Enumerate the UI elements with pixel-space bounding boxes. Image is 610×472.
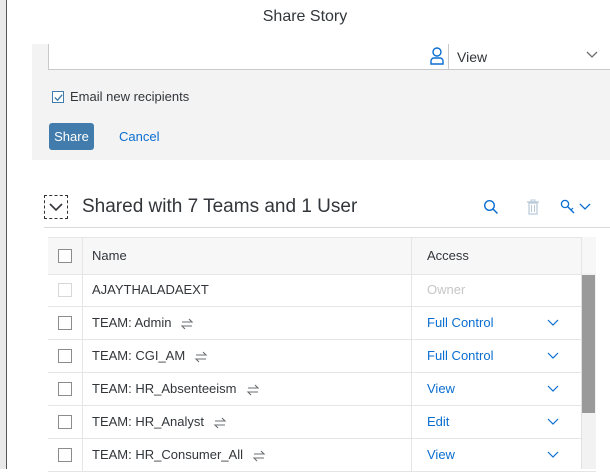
row-select-cell [48,307,83,339]
row-name-cell: TEAM: CGI_AM [92,340,209,372]
column-separator [411,340,412,372]
email-recipients-checkbox[interactable] [52,90,64,103]
shared-list-header: Shared with 7 Teams and 1 User [44,193,610,227]
row-select-cell [48,274,83,306]
row-name: AJAYTHALADAEXT [92,282,209,297]
scrollbar-header-cell [581,237,596,273]
table-row[interactable]: AJAYTHALADAEXT Owner [48,274,596,307]
table-row[interactable]: TEAM: HR_Absenteeism View [48,373,596,406]
row-name: TEAM: HR_Absenteeism [92,381,237,396]
column-header-access[interactable]: Access [427,238,469,274]
recipient-input[interactable] [48,44,456,70]
column-header-name[interactable]: Name [92,238,127,274]
sync-arrows-icon [246,384,259,395]
row-name-cell: TEAM: HR_Analyst [92,406,228,438]
row-checkbox[interactable] [58,415,72,429]
access-select[interactable]: View [448,44,610,70]
row-name-cell: TEAM: HR_Consumer_All [92,439,267,471]
table-row[interactable]: TEAM: CGI_AM Full Control [48,340,596,373]
share-button[interactable]: Share [49,123,94,150]
row-checkbox[interactable] [58,382,72,396]
column-separator [411,373,412,405]
column-separator [411,439,412,471]
chevron-down-icon[interactable] [547,451,559,459]
dialog-title: Share Story [262,8,348,25]
row-name-cell: TEAM: HR_Absenteeism [92,373,261,405]
share-form-panel: View Email new recipients Share Cancel [32,44,610,160]
cancel-button[interactable]: Cancel [119,128,159,145]
row-select-cell [48,439,83,471]
chevron-down-icon[interactable] [547,418,559,426]
row-access-select[interactable]: View [427,439,455,471]
sync-arrows-icon [213,417,227,428]
collapse-toggle-icon [49,203,63,212]
checkmark-icon [54,93,63,101]
row-name: TEAM: CGI_AM [92,348,186,363]
trash-icon[interactable] [526,199,540,215]
select-all-cell [48,238,83,274]
row-access-select[interactable]: Full Control [427,307,493,339]
row-checkbox[interactable] [58,316,72,330]
email-recipients-option[interactable]: Email new recipients [52,88,189,106]
chevron-down-icon[interactable] [547,352,559,360]
search-icon[interactable] [483,199,499,215]
scrollbar-thumb[interactable] [582,275,595,413]
chevron-down-icon[interactable] [547,385,559,393]
column-separator [411,238,412,274]
row-select-cell [48,340,83,372]
row-checkbox [58,283,72,297]
email-recipients-label: Email new recipients [70,89,190,105]
row-access: Owner [427,282,466,297]
row-checkbox[interactable] [58,448,72,462]
column-separator [411,406,412,438]
sync-arrows-icon [252,450,266,461]
table-row[interactable]: TEAM: Admin Full Control [48,307,596,340]
table-row[interactable]: TEAM: HR_Analyst Edit [48,406,596,439]
divider [44,227,610,228]
access-select-value: View [457,49,488,65]
sync-arrows-icon [181,318,194,329]
chevron-down-icon [586,51,598,58]
person-icon[interactable] [429,46,445,66]
table-row[interactable]: TEAM: HR_Consumer_All View [48,439,596,472]
row-name: TEAM: HR_Consumer_All [92,447,243,462]
row-name: TEAM: Admin [92,315,172,330]
row-name: TEAM: HR_Analyst [92,414,204,429]
row-name-cell: TEAM: Admin [92,307,195,339]
select-all-checkbox[interactable] [58,249,72,263]
column-separator [411,307,412,339]
shared-list-title: Shared with 7 Teams and 1 User [82,196,358,217]
window-left-edge [0,0,7,469]
collapse-toggle[interactable] [44,195,68,219]
key-settings-icon[interactable] [560,199,592,215]
column-separator [411,274,412,306]
chevron-down-icon[interactable] [547,319,559,327]
row-select-cell [48,406,83,438]
row-access-select[interactable]: View [427,373,455,405]
sync-arrows-icon [194,351,208,362]
table-header-row: Name Access [48,237,596,275]
row-select-cell [48,373,83,405]
row-checkbox[interactable] [58,349,72,363]
row-access-select[interactable]: Full Control [427,340,493,372]
row-access-select[interactable]: Edit [427,406,449,438]
